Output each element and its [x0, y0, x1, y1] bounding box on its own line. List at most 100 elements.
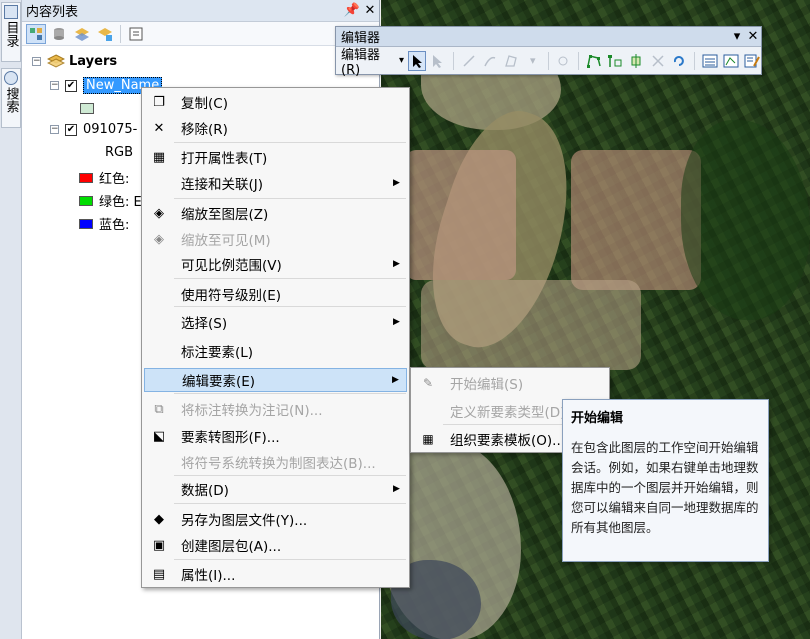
- zoom-to-layer-icon: ◈: [154, 205, 164, 221]
- remove-icon: ✕: [153, 120, 165, 136]
- layers-root-row[interactable]: − Layers: [32, 53, 117, 69]
- pointer-icon: [412, 54, 422, 68]
- options-button[interactable]: [126, 24, 146, 44]
- menu-separator: [174, 503, 406, 504]
- village-patch: [421, 280, 641, 370]
- pin-icon[interactable]: 📌: [343, 3, 361, 18]
- layer-visibility-checkbox[interactable]: ✔: [65, 79, 77, 92]
- features-to-graphics-icon: ⬕: [152, 428, 166, 444]
- submenu-arrow-icon: ▶: [393, 484, 400, 494]
- menu-item[interactable]: ✕ 移除(R): [144, 116, 407, 140]
- submenu-arrow-icon: ▶: [392, 375, 399, 385]
- band-label: 绿色: E: [99, 195, 142, 210]
- menu-item[interactable]: ◈ 缩放至可见(M): [144, 227, 407, 251]
- polygon-icon: [505, 54, 518, 67]
- create-features-button[interactable]: [744, 51, 761, 71]
- catalog-tab[interactable]: 目录: [1, 2, 21, 62]
- cut-polygons-button[interactable]: [628, 51, 645, 71]
- list-by-visibility-button[interactable]: [72, 24, 92, 44]
- band-row-blue[interactable]: 蓝色:: [79, 214, 129, 233]
- sketch-properties-button[interactable]: [722, 51, 739, 71]
- search-icon: [4, 71, 18, 85]
- submenu-item-label: 组织要素模板(O)...: [450, 433, 566, 449]
- menu-item[interactable]: ⬕ 要素转图形(F)...: [144, 424, 407, 448]
- catalog-tab-label: 目录: [3, 21, 19, 47]
- submenu-item[interactable]: ✎ 开始编辑(S): [413, 370, 607, 396]
- copy-icon: ❐: [153, 94, 165, 110]
- list-by-selection-button[interactable]: [95, 24, 115, 44]
- search-tab[interactable]: 搜索: [1, 68, 21, 128]
- chevron-down-icon: ▾: [399, 55, 405, 66]
- create-features-icon: [744, 54, 761, 67]
- editor-menu-button[interactable]: 编辑器(R) ▾: [341, 44, 404, 78]
- band-row-green[interactable]: 绿色: E: [79, 191, 142, 210]
- annotation-pointer-icon: [433, 54, 443, 68]
- red-band-swatch[interactable]: [79, 172, 93, 183]
- blue-band-swatch[interactable]: [79, 218, 93, 229]
- menu-item[interactable]: 使用符号级别(E): [144, 282, 407, 306]
- menu-item[interactable]: 可见比例范围(V) ▶: [144, 252, 407, 276]
- split-tool-button[interactable]: [649, 51, 666, 71]
- village-patch: [406, 150, 516, 280]
- collapse-icon[interactable]: −: [32, 56, 41, 66]
- list-by-source-button[interactable]: [49, 24, 69, 44]
- menu-separator: [174, 475, 406, 476]
- reshape-feature-button[interactable]: [606, 51, 623, 71]
- cut-icon: [558, 56, 568, 65]
- layer-name[interactable]: 091075-: [83, 122, 137, 137]
- toc-title: 内容列表: [26, 5, 79, 20]
- rotate-tool-button[interactable]: [670, 51, 687, 71]
- menu-separator: [174, 278, 406, 279]
- menu-item[interactable]: ❐ 复制(C): [144, 90, 407, 114]
- dropdown-icon[interactable]: ▾: [729, 29, 745, 44]
- menu-item[interactable]: ◆ 另存为图层文件(Y)...: [144, 507, 407, 531]
- sketch-properties-icon: [723, 54, 739, 67]
- field-patch: [681, 120, 810, 320]
- editor-toolbar: 编辑器 ▾ ✕ 编辑器(R) ▾ ▾: [335, 26, 762, 78]
- layer-package-icon: ▣: [152, 537, 166, 553]
- edit-tool-button[interactable]: [408, 50, 426, 71]
- edit-vertices-button[interactable]: [585, 51, 602, 71]
- collapse-icon[interactable]: −: [50, 125, 59, 134]
- split-icon: [652, 54, 664, 67]
- menu-item[interactable]: ▤ 属性(I)...: [144, 562, 407, 586]
- layer-symbol-swatch[interactable]: [80, 103, 94, 114]
- layers-icon: [75, 27, 89, 41]
- close-icon[interactable]: ✕: [361, 3, 379, 18]
- properties-icon: ▤: [152, 566, 166, 582]
- menu-item[interactable]: 编辑要素(E) ▶: [144, 368, 407, 392]
- menu-item[interactable]: 标注要素(L): [144, 339, 407, 363]
- cut-polygon-icon: [631, 53, 641, 68]
- straight-segment-button[interactable]: [460, 51, 477, 71]
- layer-visibility-checkbox[interactable]: ✔: [65, 123, 77, 136]
- menu-item-label: 移除(R): [181, 122, 228, 138]
- attributes-button[interactable]: [701, 51, 718, 71]
- menu-item[interactable]: ▣ 创建图层包(A)...: [144, 533, 407, 557]
- list-by-drawing-order-button[interactable]: [26, 23, 46, 44]
- layer-symbol-row[interactable]: [80, 103, 100, 114]
- start-edit-icon: ✎: [422, 376, 434, 390]
- menu-item[interactable]: 将符号系统转换为制图表达(B)...: [144, 450, 407, 474]
- zoom-visible-icon: ◈: [154, 231, 164, 247]
- construction-tools-button[interactable]: [503, 51, 520, 71]
- close-icon[interactable]: ✕: [745, 29, 761, 44]
- menu-item[interactable]: 连接和关联(J) ▶: [144, 171, 407, 195]
- drawing-order-icon: [30, 27, 42, 40]
- menu-item[interactable]: ▦ 打开属性表(T): [144, 145, 407, 169]
- cut-button[interactable]: [554, 51, 571, 71]
- menu-item[interactable]: ◈ 缩放至图层(Z): [144, 201, 407, 225]
- edit-annotation-button[interactable]: [430, 51, 447, 71]
- menu-item[interactable]: ⧉ 将标注转换为注记(N)...: [144, 397, 407, 421]
- toc-toolbar: [22, 22, 379, 46]
- submenu-arrow-icon: ▶: [393, 259, 400, 269]
- construction-dropdown[interactable]: ▾: [524, 51, 541, 71]
- curve-segment-button[interactable]: [481, 51, 498, 71]
- menu-separator: [174, 198, 406, 199]
- band-row-red[interactable]: 红色:: [79, 168, 129, 187]
- database-icon: [54, 27, 64, 40]
- green-band-swatch[interactable]: [79, 195, 93, 206]
- layer-row-raster[interactable]: − ✔ 091075-: [50, 122, 137, 137]
- menu-item[interactable]: 数据(D) ▶: [144, 477, 407, 501]
- menu-item[interactable]: 选择(S) ▶: [144, 310, 407, 334]
- collapse-icon[interactable]: −: [50, 81, 59, 90]
